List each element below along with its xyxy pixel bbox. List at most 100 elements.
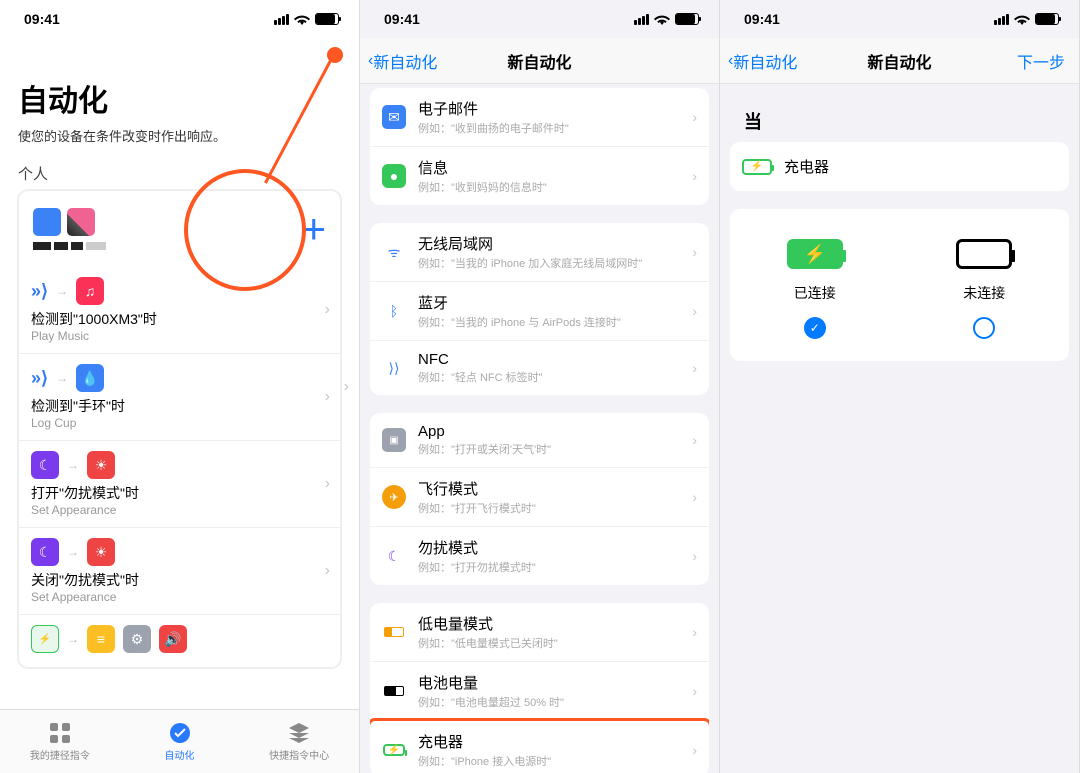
chevron-icon: › [692,489,697,505]
automation-sub: Set Appearance [31,503,328,517]
grid-icon [48,721,72,745]
arrow-icon: → [56,284,68,298]
bluetooth-signal-icon: »⟩ [31,368,48,389]
option-disconnected[interactable]: 未连接 [956,239,1012,339]
tab-bar: 我的捷径指令 自动化 快捷指令中心 [0,709,359,773]
wifi-icon [294,13,310,25]
low-power-icon [382,620,406,644]
list-icon: ≡ [87,625,115,653]
nav-title: 新自动化 [507,49,571,73]
battery-icon [1035,13,1059,25]
moon-icon: ☾ [382,544,406,568]
message-icon: ● [382,164,406,188]
option-label: 未连接 [963,283,1005,303]
status-bar: 09:41 [360,0,719,38]
automation-item[interactable]: »⟩ → ♫ 检测到"1000XM3"时 Play Music › [19,267,340,354]
chevron-icon: › [692,360,697,376]
trigger-sub: 例如："当我的 iPhone 与 AirPods 连接时" [418,314,692,330]
stack-icon [287,721,311,745]
trigger-low-power[interactable]: 低电量模式例如："低电量模式已关闭时" › [370,603,709,662]
automation-item[interactable]: ⚡ → ≡ ⚙ 🔊 [19,615,340,667]
trigger-bluetooth[interactable]: ᛒ 蓝牙例如："当我的 iPhone 与 AirPods 连接时" › [370,282,709,341]
trigger-title: 飞行模式 [418,478,692,499]
clock-check-icon [168,721,192,745]
chevron-icon: › [692,244,697,260]
tab-label: 我的捷径指令 [30,747,90,762]
section-personal: 个人 [18,163,341,184]
status-icons [634,13,699,25]
trigger-title: 充电器 [418,731,692,752]
next-button[interactable]: 下一步 [1017,49,1065,73]
nav-bar: ‹ 新自动化 新自动化 下一步 [720,38,1079,84]
tab-gallery[interactable]: 快捷指令中心 [239,710,359,773]
chevron-icon: › [344,378,349,396]
nav-title: 新自动化 [867,49,931,73]
trigger-airplane[interactable]: ✈ 飞行模式例如："打开飞行模式时" › [370,468,709,527]
chevron-icon: › [692,168,697,184]
radio-unselected[interactable] [973,317,995,339]
automation-item[interactable]: ☾ → ☀ 关闭"勿扰模式"时 Set Appearance › [19,528,340,615]
time: 09:41 [384,11,420,27]
back-label: 新自动化 [733,49,797,73]
tab-shortcuts[interactable]: 我的捷径指令 [0,710,120,773]
bluetooth-signal-icon: »⟩ [31,281,48,302]
chevron-icon: › [692,432,697,448]
condition-charger: ⚡ 充电器 [730,142,1069,191]
trigger-title: 勿扰模式 [418,537,692,558]
bluetooth-icon: ᛒ [382,299,406,323]
trigger-title: 电子邮件 [418,98,692,119]
chevron-icon: › [692,742,697,758]
page-subtitle: 使您的设备在条件改变时作出响应。 [18,126,341,145]
trigger-title: 电池电量 [418,672,692,693]
automation-title: 检测到"1000XM3"时 [31,309,328,329]
automation-item[interactable]: »⟩ → 💧 检测到"手环"时 Log Cup › [19,354,340,441]
time: 09:41 [24,11,60,27]
sun-icon: ☀ [87,538,115,566]
trigger-email[interactable]: ✉ 电子邮件例如："收到曲扬的电子邮件时" › [370,88,709,147]
back-button[interactable]: ‹ 新自动化 [728,49,797,73]
signal-icon [634,14,649,25]
battery-disconnected-icon [956,239,1012,269]
option-label: 已连接 [794,283,836,303]
automation-sub: Play Music [31,329,328,343]
tab-label: 快捷指令中心 [269,747,329,762]
trigger-messages[interactable]: ● 信息例如："收到妈妈的信息时" › [370,147,709,205]
trigger-charger[interactable]: ⚡ 充电器例如："iPhone 接入电源时" › [370,718,709,773]
trigger-nfc[interactable]: ⟩⟩ NFC例如："轻点 NFC 标签时" › [370,341,709,395]
trigger-sub: 例如："iPhone 接入电源时" [418,753,692,769]
radio-selected[interactable]: ✓ [804,317,826,339]
trigger-sub: 例如："打开勿扰模式时" [418,559,692,575]
back-button[interactable]: ‹ 新自动化 [368,49,437,73]
music-app-icon: ♫ [76,277,104,305]
moon-icon: ☾ [31,538,59,566]
trigger-wifi[interactable]: ᯤ 无线局域网例如："当我的 iPhone 加入家庭无线局域网时" › [370,223,709,282]
automation-summary[interactable]: + › [19,191,340,267]
trigger-dnd[interactable]: ☾ 勿扰模式例如："打开勿扰模式时" › [370,527,709,585]
trigger-sub: 例如："收到妈妈的信息时" [418,179,692,195]
sun-icon: ☀ [87,451,115,479]
arrow-icon: → [67,458,79,472]
automation-item[interactable]: ☾ → ☀ 打开"勿扰模式"时 Set Appearance › [19,441,340,528]
trigger-sub: 例如："轻点 NFC 标签时" [418,369,692,385]
chevron-icon: › [692,548,697,564]
tab-automation[interactable]: 自动化 [120,710,240,773]
chevron-icon: › [325,562,330,580]
option-connected[interactable]: ⚡ 已连接 ✓ [787,239,843,339]
automation-sub: Set Appearance [31,590,328,604]
status-bar: 09:41 [0,0,359,38]
battery-icon [675,13,699,25]
charger-icon: ⚡ [31,625,59,653]
trigger-battery-level[interactable]: 电池电量例如："电池电量超过 50% 时" › [370,662,709,721]
nav-bar: ‹ 新自动化 新自动化 [360,38,719,84]
battery-icon [315,13,339,25]
trigger-app[interactable]: ▣ App例如："打开或关闭'天气'时" › [370,413,709,468]
nfc-icon: ⟩⟩ [382,356,406,380]
trigger-sub: 例如："当我的 iPhone 加入家庭无线局域网时" [418,255,692,271]
trigger-title: 低电量模式 [418,613,692,634]
add-automation-button[interactable]: + [301,205,326,253]
signal-icon [274,14,289,25]
trigger-title: 信息 [418,157,692,178]
chevron-icon: › [692,683,697,699]
trigger-title: 无线局域网 [418,233,692,254]
chevron-icon: › [325,388,330,406]
